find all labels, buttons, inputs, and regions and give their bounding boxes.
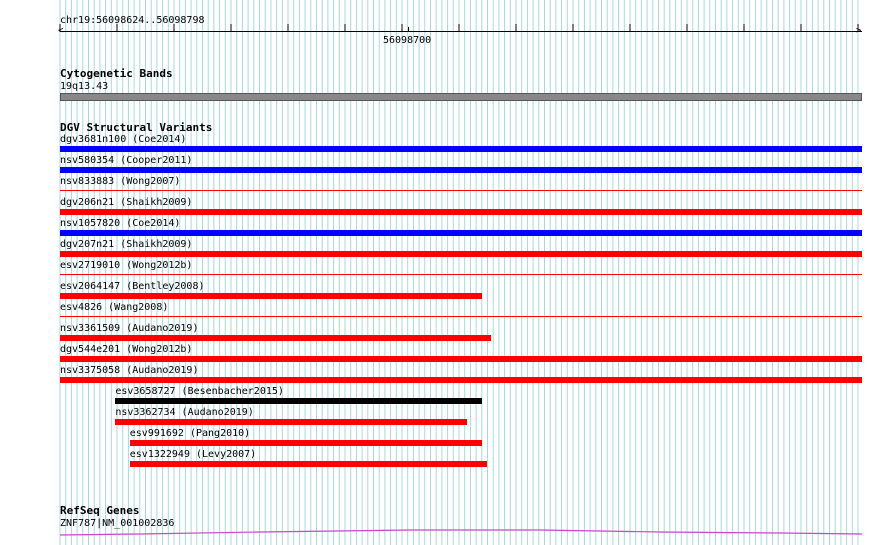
- dgv-variant-bar[interactable]: [129, 440, 482, 446]
- dgv-variant-label[interactable]: nsv3361509 (Audano2019): [60, 323, 198, 334]
- dgv-variant-bar[interactable]: [60, 335, 492, 341]
- refseq-gene-line: [60, 529, 862, 536]
- ruler-center-tick: [408, 27, 409, 32]
- dgv-variant-label[interactable]: dgv206n21 (Shaikh2009): [60, 197, 192, 208]
- dgv-variant-bar[interactable]: [60, 251, 862, 257]
- dgv-variant-label[interactable]: nsv1057820 (Coe2014): [60, 218, 180, 229]
- cytoband-track-title[interactable]: Cytogenetic Bands: [60, 68, 173, 80]
- dgv-variant-bar[interactable]: [60, 274, 862, 275]
- dgv-variant-label[interactable]: esv1322949 (Levy2007): [130, 449, 256, 460]
- cytoband-bar[interactable]: [60, 93, 862, 101]
- dgv-variant-bar[interactable]: [129, 461, 487, 467]
- ruler-left-arrow-icon[interactable]: <: [58, 27, 63, 36]
- dgv-variant-label[interactable]: nsv833883 (Wong2007): [60, 176, 180, 187]
- dgv-variant-label[interactable]: esv991692 (Pang2010): [130, 428, 250, 439]
- dgv-variant-label[interactable]: esv2064147 (Bentley2008): [60, 281, 205, 292]
- dgv-variant-label[interactable]: esv2719010 (Wong2012b): [60, 260, 192, 271]
- cytoband-label: 19q13.43: [60, 81, 109, 92]
- refseq-gene-label[interactable]: ZNF787|NM_001002836: [60, 518, 174, 529]
- dgv-variant-label[interactable]: nsv580354 (Cooper2011): [60, 155, 192, 166]
- dgv-variant-label[interactable]: esv4826 (Wang2008): [60, 302, 168, 313]
- dgv-variant-bar[interactable]: [115, 419, 468, 425]
- dgv-variant-bar[interactable]: [60, 356, 862, 362]
- dgv-variant-label[interactable]: esv3658727 (Besenbacher2015): [115, 386, 284, 397]
- refseq-gene-feature[interactable]: [60, 525, 862, 539]
- dgv-variant-bar[interactable]: [60, 190, 862, 191]
- dgv-track-title[interactable]: DGV Structural Variants: [60, 122, 212, 134]
- ruler-right-arrow-icon[interactable]: >: [856, 27, 861, 36]
- dgv-variant-bar[interactable]: [60, 146, 862, 152]
- dgv-variant-label[interactable]: dgv544e201 (Wong2012b): [60, 344, 192, 355]
- dgv-variant-bar[interactable]: [60, 230, 862, 236]
- dgv-variant-bar[interactable]: [60, 293, 482, 299]
- ruler-axis-line: [60, 31, 862, 32]
- ruler-position-label: chr19:56098624..56098798: [60, 15, 205, 26]
- refseq-track-title[interactable]: RefSeq Genes: [60, 505, 139, 517]
- dgv-variant-label[interactable]: nsv3375058 (Audano2019): [60, 365, 198, 376]
- dgv-variant-bar[interactable]: [60, 209, 862, 215]
- dgv-variant-label[interactable]: nsv3362734 (Audano2019): [115, 407, 253, 418]
- dgv-variant-bar[interactable]: [60, 167, 862, 173]
- dgv-variant-label[interactable]: dgv3681n100 (Coe2014): [60, 134, 186, 145]
- ruler-center-tick-label: 56098700: [383, 35, 432, 46]
- dgv-variant-bar[interactable]: [115, 398, 482, 404]
- dgv-variant-label[interactable]: dgv207n21 (Shaikh2009): [60, 239, 192, 250]
- dgv-variant-bar[interactable]: [60, 377, 862, 383]
- dgv-variant-bar[interactable]: [60, 316, 862, 317]
